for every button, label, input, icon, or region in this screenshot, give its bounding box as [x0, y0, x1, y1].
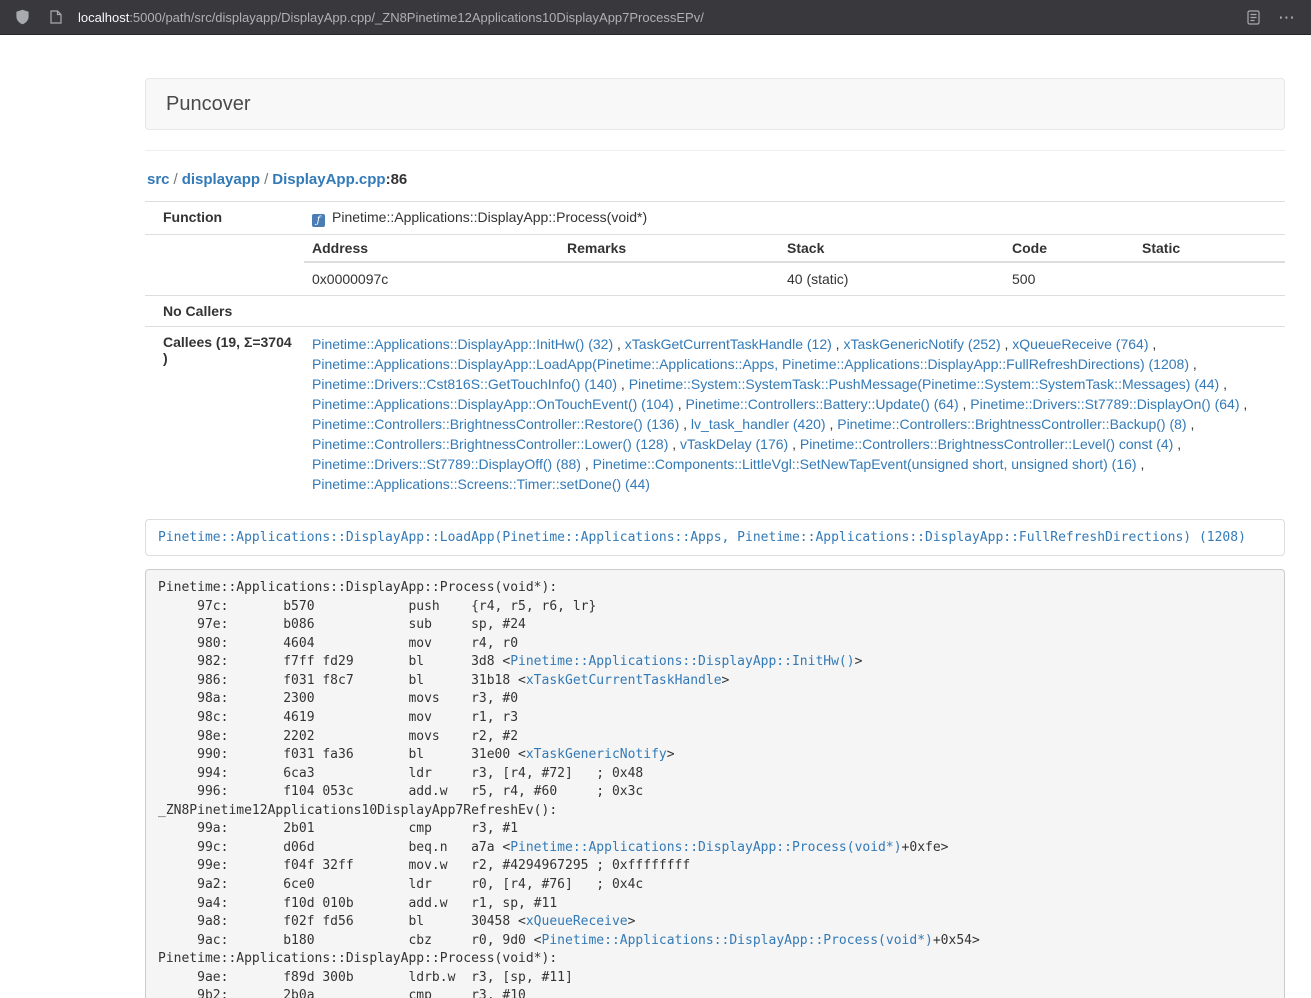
function-name-cell: ƒ Pinetime::Applications::DisplayApp::Pro…	[304, 202, 1285, 235]
no-callers-row: No Callers	[145, 296, 1285, 327]
disassembly-symbol-link[interactable]: xTaskGetCurrentTaskHandle	[526, 673, 722, 688]
disassembly-symbol-link[interactable]: Pinetime::Applications::DisplayApp::Proc…	[542, 933, 933, 948]
function-icon: ƒ	[312, 214, 325, 227]
divider	[145, 150, 1285, 151]
callee-link[interactable]: Pinetime::Controllers::Battery::Update()…	[686, 396, 959, 412]
symbol-panel: Pinetime::Applications::DisplayApp::Load…	[145, 519, 1285, 556]
callee-link[interactable]: Pinetime::Applications::Screens::Timer::…	[312, 476, 650, 492]
stack-value: 40 (static)	[779, 262, 1004, 295]
callee-link[interactable]: Pinetime::Applications::DisplayApp::OnTo…	[312, 396, 674, 412]
callees-label: Callees (19, Σ=3704 )	[145, 327, 304, 502]
column-header-address: Address	[304, 235, 559, 262]
breadcrumb-separator: /	[170, 171, 182, 188]
callee-link[interactable]: xQueueReceive (764)	[1012, 336, 1148, 352]
column-header-code: Code	[1004, 235, 1134, 262]
callee-link[interactable]: Pinetime::Applications::DisplayApp::Init…	[312, 336, 613, 352]
callee-link[interactable]: Pinetime::System::SystemTask::PushMessag…	[629, 376, 1220, 392]
browser-toolbar: localhost:5000/path/src/displayapp/Displ…	[0, 0, 1311, 35]
disassembly-symbol-link[interactable]: xQueueReceive	[526, 914, 628, 929]
callee-link[interactable]: Pinetime::Controllers::BrightnessControl…	[312, 436, 668, 452]
no-callers-label: No Callers	[145, 296, 304, 327]
disassembly-symbol-link[interactable]: Pinetime::Applications::DisplayApp::Init…	[510, 654, 854, 669]
breadcrumb-link-displayapp[interactable]: displayapp	[182, 171, 260, 188]
shield-icon-glyph	[15, 9, 30, 25]
function-name: Pinetime::Applications::DisplayApp::Proc…	[332, 209, 647, 225]
callee-link[interactable]: Pinetime::Drivers::St7789::DisplayOn() (…	[970, 396, 1239, 412]
code-value: 500	[1004, 262, 1134, 295]
callee-link[interactable]: vTaskDelay (176)	[680, 436, 788, 452]
function-details-table: Address Remarks Stack Code Static 0x0000…	[304, 235, 1285, 295]
callee-link[interactable]: Pinetime::Controllers::BrightnessControl…	[312, 416, 679, 432]
callee-link[interactable]: xTaskGenericNotify (252)	[843, 336, 1000, 352]
remarks-value	[559, 262, 779, 295]
details-header-row: Address Remarks Stack Code Static	[304, 235, 1285, 262]
callee-link[interactable]: Pinetime::Drivers::St7789::DisplayOff() …	[312, 456, 581, 472]
symbol-table: Function ƒPinetime::Applications::Displa…	[145, 201, 1285, 501]
url-path: :5000/path/src/displayapp/DisplayApp.cpp…	[129, 10, 704, 25]
reader-view-icon-glyph	[1247, 10, 1260, 25]
url-host: localhost	[78, 10, 129, 25]
shield-icon[interactable]	[8, 3, 36, 31]
callee-link[interactable]: Pinetime::Applications::DisplayApp::Load…	[312, 356, 1189, 372]
disassembly-code: Pinetime::Applications::DisplayApp::Proc…	[145, 569, 1285, 998]
symbol-panel-link[interactable]: Pinetime::Applications::DisplayApp::Load…	[158, 530, 1246, 545]
column-header-remarks: Remarks	[559, 235, 779, 262]
main-content: Puncover src/displayapp/DisplayApp.cpp:8…	[145, 78, 1285, 998]
url-bar[interactable]: localhost:5000/path/src/displayapp/Displ…	[76, 10, 1239, 25]
disassembly-symbol-link[interactable]: Pinetime::Applications::DisplayApp::Proc…	[510, 840, 901, 855]
callee-link[interactable]: Pinetime::Controllers::BrightnessControl…	[837, 416, 1186, 432]
callee-link[interactable]: Pinetime::Components::LittleVgl::SetNewT…	[593, 456, 1137, 472]
disassembly-symbol-link[interactable]: xTaskGenericNotify	[526, 747, 667, 762]
callee-link[interactable]: lv_task_handler (420)	[691, 416, 826, 432]
column-header-static: Static	[1134, 235, 1285, 262]
breadcrumb-link-file[interactable]: DisplayApp.cpp	[272, 171, 385, 188]
breadcrumb-link-src[interactable]: src	[147, 171, 170, 188]
breadcrumb-separator: /	[260, 171, 272, 188]
function-row: Function ƒ Pinetime::Applications::Displa…	[145, 202, 1285, 235]
address-value: 0x0000097c	[304, 262, 559, 295]
page-actions-menu-icon[interactable]: ⋯	[1273, 3, 1301, 31]
brand-link[interactable]: Puncover	[146, 93, 271, 116]
function-details-cell: Address Remarks Stack Code Static 0x0000…	[304, 235, 1285, 296]
callee-link[interactable]: xTaskGetCurrentTaskHandle (12)	[625, 336, 832, 352]
static-value	[1134, 262, 1285, 295]
details-value-row: 0x0000097c 40 (static) 500	[304, 262, 1285, 295]
breadcrumb-line-number: :86	[386, 171, 408, 188]
function-row-label: Function	[145, 202, 304, 235]
callee-link[interactable]: Pinetime::Controllers::BrightnessControl…	[800, 436, 1173, 452]
meatball-menu-glyph: ⋯	[1278, 9, 1296, 26]
no-callers-cell	[304, 296, 1285, 327]
callees-list: Pinetime::Applications::DisplayApp::Init…	[304, 327, 1285, 502]
callees-row: Callees (19, Σ=3704 ) Pinetime::Applicat…	[145, 327, 1285, 502]
empty-row-label	[145, 235, 304, 296]
reader-view-icon[interactable]	[1239, 3, 1267, 31]
breadcrumb: src/displayapp/DisplayApp.cpp:86	[147, 171, 1285, 188]
navbar: Puncover	[145, 78, 1285, 130]
page-info-icon[interactable]	[42, 3, 70, 31]
column-header-stack: Stack	[779, 235, 1004, 262]
function-details-row: Address Remarks Stack Code Static 0x0000…	[145, 235, 1285, 296]
callee-link[interactable]: Pinetime::Drivers::Cst816S::GetTouchInfo…	[312, 376, 617, 392]
page-info-icon-glyph	[50, 10, 62, 24]
